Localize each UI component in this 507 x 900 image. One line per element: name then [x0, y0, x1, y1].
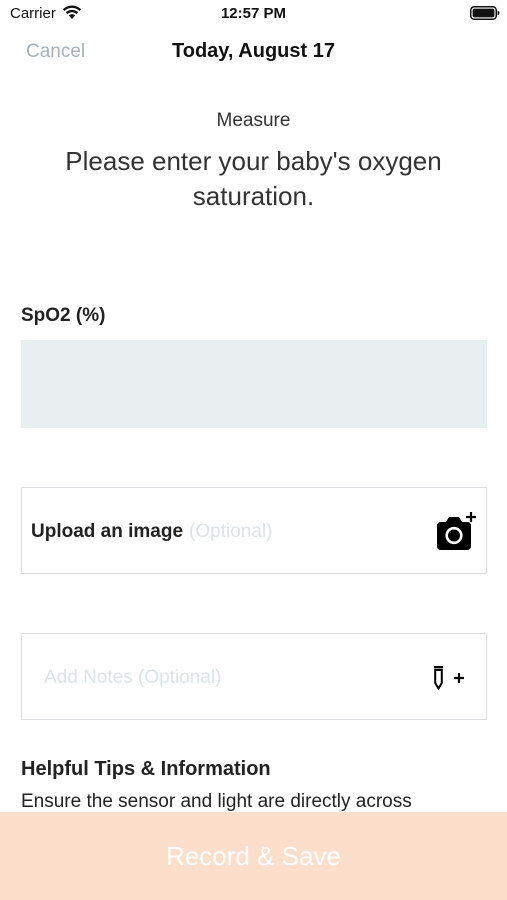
section-label: Measure: [216, 110, 291, 131]
battery-full-icon: [470, 6, 500, 20]
upload-label-text: Upload an image: [31, 521, 184, 542]
upload-image-card[interactable]: Upload an image (Optional): [21, 487, 487, 574]
notes-card: [21, 633, 487, 720]
spo2-input[interactable]: [21, 340, 487, 428]
page-title: Today, August 17: [172, 40, 335, 62]
tips-title: Helpful Tips & Information: [21, 758, 271, 780]
status-time: 12:57 PM: [220, 5, 287, 22]
tips-text: Ensure the sensor and light are directly…: [21, 791, 412, 812]
upload-label: Upload an image (Optional): [31, 521, 272, 543]
spo2-label: SpO2 (%): [21, 305, 106, 326]
camera-add-icon[interactable]: [434, 510, 478, 552]
notes-input[interactable]: [44, 664, 414, 692]
pencil-add-icon[interactable]: [432, 665, 466, 691]
record-save-button[interactable]: Record & Save: [0, 812, 507, 900]
record-save-label: Record & Save: [166, 840, 341, 871]
upload-optional-note: (Optional): [189, 521, 273, 542]
instruction-text: Please enter your baby's oxygen saturati…: [65, 146, 442, 211]
